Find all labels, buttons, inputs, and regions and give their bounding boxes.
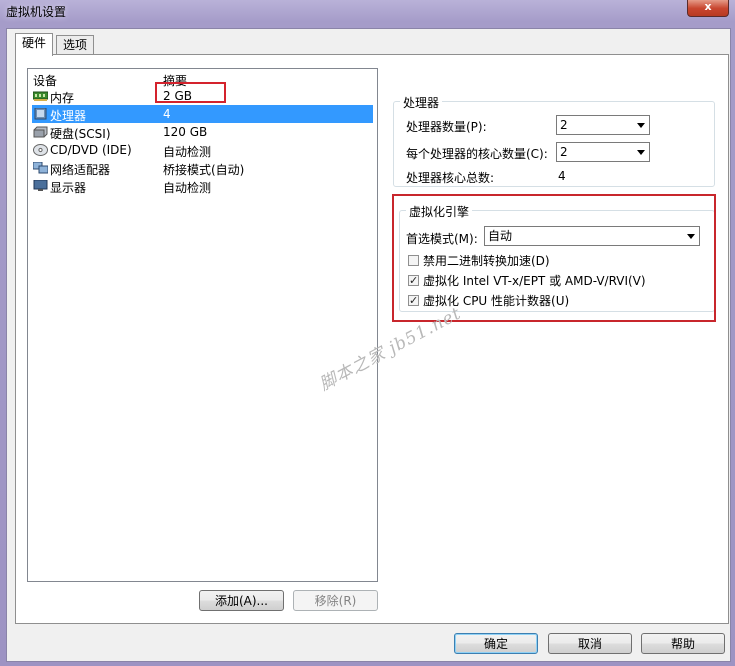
tab-hardware[interactable]: 硬件 (15, 33, 54, 56)
virtualize-vtx-checkbox[interactable]: ✓ (408, 275, 419, 286)
processor-count-label: 处理器数量(P): (406, 120, 487, 134)
disable-binary-translation-checkbox[interactable] (408, 255, 419, 266)
preferred-mode-select[interactable]: 自动 (484, 226, 700, 246)
window-title: 虚拟机设置 (6, 5, 67, 19)
disable-binary-translation-label[interactable]: 禁用二进制转换加速(D) (423, 252, 550, 269)
virtualization-group-title: 虚拟化引擎 (406, 203, 473, 220)
processor-icon (34, 108, 47, 120)
device-summary: 桥接模式(自动) (163, 163, 245, 177)
device-list-header: 设备 摘要 (28, 69, 377, 88)
processor-group-title: 处理器 (400, 94, 443, 111)
device-row-memory[interactable]: 内存 2 GB (32, 82, 373, 105)
device-name: 内存 (50, 91, 75, 105)
total-cores-value: 4 (558, 169, 566, 183)
tab-options[interactable]: 选项 (56, 35, 95, 55)
cancel-button[interactable]: 取消 (548, 633, 632, 654)
add-device-button[interactable]: 添加(A)... (199, 590, 284, 611)
device-list[interactable]: 设备 摘要 内存 2 GB 处理器 4 硬盘(SCSI) 120 GB CD/D… (27, 68, 378, 582)
device-row-network-adapter[interactable]: 网络适配器 桥接模式(自动) (32, 159, 373, 177)
display-icon (33, 180, 48, 191)
device-name: 处理器 (50, 109, 87, 123)
dialog-client-area: 硬件 选项 设备 摘要 内存 2 GB 处理器 4 硬盘(SCSI) 120 G… (6, 28, 731, 662)
preferred-mode-value: 自动 (488, 229, 513, 243)
network-adapter-icon (33, 162, 48, 174)
virtualize-vtx-label[interactable]: 虚拟化 Intel VT-x/EPT 或 AMD-V/RVI(V) (423, 272, 646, 289)
device-summary: 2 GB (163, 89, 192, 103)
ok-button[interactable]: 确定 (454, 633, 538, 654)
virtualize-cpu-counters-checkbox[interactable]: ✓ (408, 295, 419, 306)
title-bar[interactable]: 虚拟机设置 x (0, 0, 735, 22)
device-name: 硬盘(SCSI) (50, 127, 111, 141)
close-icon: x (704, 0, 712, 13)
cores-per-processor-value: 2 (560, 145, 568, 159)
chevron-down-icon (637, 123, 645, 128)
vm-settings-window: 虚拟机设置 x 硬件 选项 设备 摘要 内存 2 GB 处理器 4 硬盘(SCS… (0, 0, 735, 666)
processor-count-select[interactable]: 2 (556, 115, 650, 135)
cd-dvd-icon (33, 144, 48, 156)
checkmark-icon: ✓ (409, 274, 419, 287)
checkmark-icon: ✓ (409, 294, 419, 307)
hard-disk-icon (33, 126, 48, 138)
chevron-down-icon (637, 150, 645, 155)
tab-options-label: 选项 (63, 38, 88, 52)
tab-hardware-label: 硬件 (22, 36, 47, 50)
device-summary: 4 (163, 107, 171, 121)
device-summary: 120 GB (163, 125, 208, 139)
close-button[interactable]: x (687, 0, 729, 17)
memory-icon (33, 91, 48, 101)
total-cores-label: 处理器核心总数: (406, 171, 495, 185)
cores-per-processor-label: 每个处理器的核心数量(C): (406, 147, 548, 161)
chevron-down-icon (687, 234, 695, 239)
device-name: 显示器 (50, 181, 87, 195)
device-row-hard-disk[interactable]: 硬盘(SCSI) 120 GB (32, 123, 373, 141)
hardware-tab-panel: 设备 摘要 内存 2 GB 处理器 4 硬盘(SCSI) 120 GB CD/D… (15, 54, 729, 624)
device-row-processor[interactable]: 处理器 4 (32, 105, 373, 123)
cores-per-processor-select[interactable]: 2 (556, 142, 650, 162)
device-name: CD/DVD (IDE) (50, 143, 132, 157)
device-row-cd-dvd[interactable]: CD/DVD (IDE) 自动检测 (32, 141, 373, 159)
remove-device-button[interactable]: 移除(R) (293, 590, 378, 611)
help-button[interactable]: 帮助 (641, 633, 725, 654)
device-summary: 自动检测 (163, 145, 212, 159)
device-name: 网络适配器 (50, 163, 111, 177)
preferred-mode-label: 首选模式(M): (406, 232, 478, 246)
processor-count-value: 2 (560, 118, 568, 132)
device-row-display[interactable]: 显示器 自动检测 (32, 177, 373, 195)
device-summary: 自动检测 (163, 181, 212, 195)
